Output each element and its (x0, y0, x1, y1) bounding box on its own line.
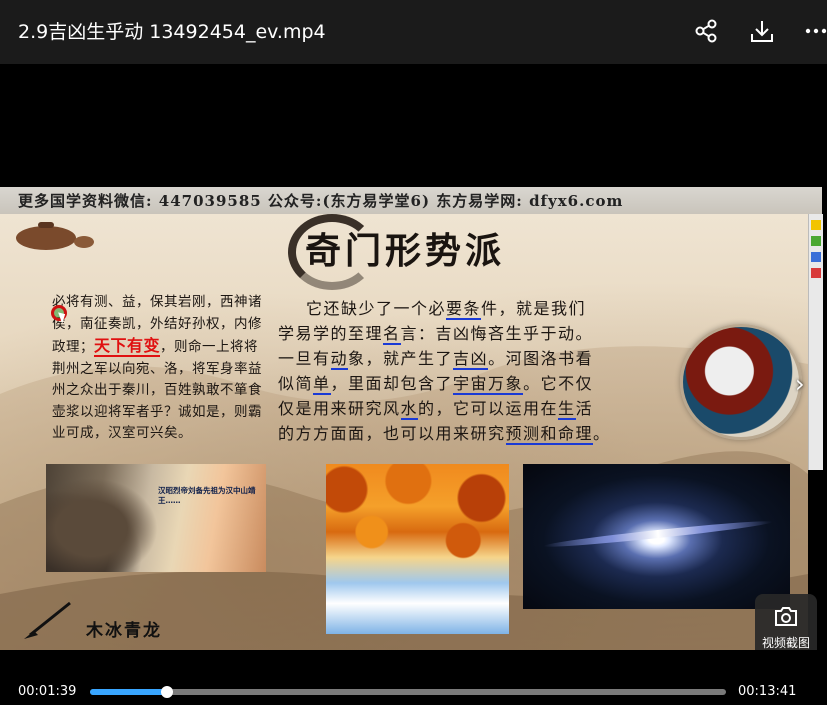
download-icon[interactable] (747, 16, 777, 46)
progress-bar[interactable] (90, 686, 726, 698)
underlined-phrase: 生 (558, 399, 576, 420)
more-icon[interactable] (801, 16, 827, 46)
underlined-phrase: 宇宙万象 (453, 374, 524, 395)
four-symbols-emblem (680, 324, 802, 440)
brush-icon (24, 601, 71, 639)
main-passage-line: 仅是用来研究风水的，它可以运用在生活 (278, 396, 658, 421)
galaxy-streak (543, 518, 773, 550)
progress-handle[interactable] (160, 686, 173, 698)
painting-caption: 汉昭烈帝刘备先祖为汉中山靖王…… (158, 486, 256, 505)
snapshot-label: 视频截图 (761, 636, 810, 650)
historical-painting-image: 汉昭烈帝刘备先祖为汉中山靖王…… (46, 464, 266, 572)
passage-text: 似简 (278, 374, 314, 393)
slide-banner: 更多国学资料微信: 447039585 公众号:(东方易学堂6) 东方易学网: … (0, 187, 822, 214)
progress-fill (90, 689, 167, 695)
passage-text: 学易学的至理 (278, 324, 384, 343)
main-passage-line: 学易学的至理名言：吉凶悔吝生乎于动。 (278, 321, 658, 346)
signature: 木冰青龙 (86, 621, 162, 641)
underlined-phrase: 动 (330, 349, 349, 370)
underlined-phrase: 单 (313, 374, 331, 395)
painting-figure (46, 464, 176, 572)
toolbar-color-blue[interactable] (811, 252, 821, 262)
passage-text: 象，就产生了 (348, 349, 454, 368)
passage-text: 的，它可以运用在 (418, 399, 559, 418)
underlined-phrase: 要条 (446, 299, 482, 320)
main-passage-line: 它还缺少了一个必要条件，就是我们 (278, 296, 658, 321)
main-passage-line: 一旦有动象，就产生了吉凶。河图洛书看 (278, 346, 658, 371)
playback-controls: 00:01:39 00:13:41 (0, 650, 827, 705)
passage-text: ，里面却包含了 (330, 374, 454, 393)
camera-icon (775, 607, 797, 626)
leaves-overlay (326, 464, 509, 634)
next-slide-chevron-icon[interactable]: › (795, 370, 805, 398)
video-title: 2.9吉凶生乎动 13492454_ev.mp4 (18, 21, 326, 43)
total-time: 00:13:41 (738, 684, 797, 699)
toolbar-color-red[interactable] (811, 268, 821, 278)
galaxy-image (523, 464, 790, 609)
passage-text: 它还缺少了一个必 (306, 299, 447, 318)
underlined-phrase: 水 (400, 399, 419, 420)
left-passage: 必将有测、益，保其岩刚，西神诸侯，南征奏凯，外结好孙权，内修政理；天下有变，则命… (52, 292, 262, 445)
video-frame: 奇门形势派 必将有测、益，保其岩刚，西神诸侯，南征奏凯，外结好孙权，内修政理；天… (0, 214, 808, 650)
passage-text: 仅是用来研究风 (278, 399, 401, 418)
passage-text: 言：吉凶悔吝生乎于动。 (400, 324, 594, 343)
autumn-leaves-image (326, 464, 509, 634)
passage-text: 的方方面面，也可以用来研究 (278, 424, 506, 443)
share-icon[interactable] (691, 16, 721, 46)
passage-text: 活 (575, 399, 594, 418)
passage-text: 件，就是我们 (481, 299, 587, 318)
toolbar-color-green[interactable] (811, 236, 821, 246)
main-passage: 它还缺少了一个必要条件，就是我们 学易学的至理名言：吉凶悔吝生乎于动。 一旦有动象，… (278, 296, 658, 446)
teapot-decoration (16, 222, 94, 250)
current-time: 00:01:39 (18, 684, 77, 699)
toolbar-color-yellow[interactable] (811, 220, 821, 230)
title-bar: 2.9吉凶生乎动 13492454_ev.mp4 (0, 0, 827, 64)
underlined-phrase: 预测和命理 (505, 424, 594, 445)
passage-text: 一旦有 (278, 349, 331, 368)
passage-text: 。它不仅 (523, 374, 594, 393)
main-passage-line: 似简单，里面却包含了宇宙万象。它不仅 (278, 371, 658, 396)
main-passage-line: 的方方面面，也可以用来研究预测和命理。 (278, 421, 658, 446)
underlined-phrase: 吉凶 (453, 349, 489, 370)
underlined-phrase: 名 (383, 324, 401, 345)
highlighted-phrase: 天下有变 (94, 336, 161, 357)
slide-title: 奇门形势派 (305, 230, 506, 272)
passage-text: 。 (593, 424, 611, 443)
passage-text: 。河图洛书看 (488, 349, 594, 368)
side-toolbar (808, 214, 823, 470)
